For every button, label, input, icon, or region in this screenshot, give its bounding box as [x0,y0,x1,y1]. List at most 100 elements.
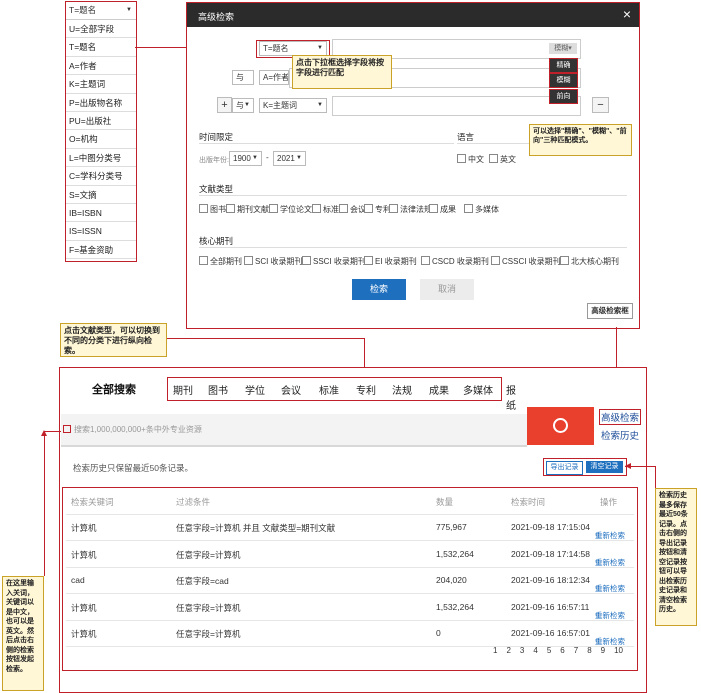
core-label-text: CSSCI 收录期刊 [502,257,561,266]
year-from-label: 1900 [233,154,251,163]
category-tab[interactable]: 学位 [245,382,265,397]
table-cell: 2021-09-18 17:14:58 [511,548,590,559]
match-option-prefix[interactable]: 前向 [549,89,578,104]
category-tab[interactable]: 期刊 [173,382,193,397]
research-label: 重新检索 [595,584,625,593]
row1-match-label: 模糊 [554,45,569,52]
dropdown-option[interactable]: K=主题词 [66,75,136,94]
row3-input[interactable] [332,96,581,116]
checkbox-icon [199,256,208,265]
category-tab[interactable]: 法规 [392,382,412,397]
checkbox-icon [244,256,253,265]
dropdown-option[interactable]: A=作者 [66,57,136,76]
page-number[interactable]: 8 [587,646,591,655]
core-journal-checkbox[interactable]: 北大核心期刊 [560,256,619,267]
year-to-select[interactable]: 2021 ▼ [273,151,306,166]
page-number[interactable]: 6 [560,646,564,655]
core-label-text: 北大核心期刊 [571,257,619,266]
lang-chinese-checkbox[interactable]: 中文 [457,154,484,165]
dropdown-option[interactable]: C=学科分类号 [66,167,136,186]
dropdown-option[interactable]: PU=出版社 [66,112,136,131]
category-tab[interactable]: 成果 [429,382,449,397]
dropdown-option[interactable]: P=出版物名称 [66,94,136,112]
doctype-checkbox[interactable]: 多媒体 [464,204,499,215]
category-tab[interactable]: 专利 [356,382,376,397]
doctype-label-text: 标准 [323,205,339,214]
search-icon [553,418,568,433]
table-cell: 任意字段=计算机 [176,549,241,560]
row2-operator-select[interactable]: 与 [232,70,254,85]
dropdown-option[interactable]: IS=ISSN [66,222,136,241]
page-number[interactable]: 1 [493,646,497,655]
page-number[interactable]: 10 [614,646,623,655]
column-header: 检索时间 [511,497,546,507]
add-row-button[interactable]: + [217,97,232,113]
table-cell: 任意字段=cad [176,576,229,586]
dropdown-option[interactable]: S=文摘 [66,186,136,204]
search-history-link[interactable]: 检索历史 [601,428,639,442]
dropdown-options: U=全部字段 T=题名 A=作者 K=主题词 P=出版物名称 PU=出版社 O=机构 L=中图… [66,20,136,260]
page-number[interactable]: 3 [520,646,524,655]
checkbox-icon [364,204,373,213]
page-number[interactable]: 2 [506,646,510,655]
all-search-title[interactable]: 全部搜索 [92,381,136,397]
doctype-checkbox[interactable]: 标准 [312,204,339,215]
doctype-checkbox[interactable]: 期刊文献 [226,204,269,215]
dropdown-header[interactable]: T=题名 ▼ [66,2,136,20]
doctype-checkbox[interactable]: 学位论文 [269,204,312,215]
row3-operator-select[interactable]: 与 ▼ [232,98,254,113]
advanced-search-link[interactable]: 高级检索 [599,409,642,425]
match-option-fuzzy[interactable]: 模糊 [549,73,578,88]
close-icon[interactable]: × [623,6,631,22]
page-number[interactable]: 4 [533,646,537,655]
category-tab[interactable]: 图书 [208,382,228,397]
export-button[interactable]: 导出记录 [546,461,583,475]
category-tab[interactable]: 标准 [319,382,339,397]
core-journal-checkbox[interactable]: CSSCI 收录期刊 [491,256,561,267]
dropdown-option[interactable]: O=机构 [66,130,136,149]
core-journal-checkbox[interactable]: EI 收录期刊 [364,256,417,267]
row3-field-select[interactable]: K=主题词 ▼ [259,98,327,113]
row1-field-label: T=题名 [263,44,289,53]
table-row: 计算机 任意字段=计算机 1,532,264 2021-09-18 17:14:58 ○… [66,541,634,568]
row1-field-select[interactable]: T=题名 ▼ [259,41,327,56]
dropdown-option[interactable]: IB=ISBN [66,204,136,223]
page-number[interactable]: 9 [601,646,605,655]
page-number[interactable]: 7 [574,646,578,655]
field-dropdown[interactable]: T=题名 ▼ U=全部字段 T=题名 A=作者 K=主题词 P=出版物名称 PU=出版社 O… [65,1,137,262]
doctype-checkbox[interactable]: 法律法规 [389,204,432,215]
dropdown-option[interactable]: T=题名 [66,38,136,57]
match-option-exact[interactable]: 精确 [549,58,578,73]
year-from-select[interactable]: 1900 ▼ [229,151,262,166]
doctype-checkbox[interactable]: 专利 [364,204,391,215]
checkbox-icon [339,204,348,213]
row2-field-select[interactable]: A=作者 [259,70,289,85]
core-journal-checkbox[interactable]: CSCD 收录期刊 [421,256,489,267]
category-tab[interactable]: 报纸 [506,382,516,412]
core-journal-checkbox[interactable]: 全部期刊 [199,256,242,267]
dropdown-option[interactable]: U=全部字段 [66,20,136,39]
dropdown-option[interactable]: F=基金资助 [66,241,136,260]
search-submit-button[interactable] [527,407,594,445]
table-cell: cad [71,575,85,585]
core-journal-checkbox[interactable]: SCI 收录期刊 [244,256,303,267]
page-number[interactable]: 5 [547,646,551,655]
checkbox-icon [421,256,430,265]
doctype-checkbox[interactable]: 图书 [199,204,226,215]
year-to-label: 2021 [277,154,295,163]
search-button[interactable]: 检索 [352,279,406,300]
clear-button[interactable]: 清空记录 [586,461,623,473]
research-label: 重新检索 [595,531,625,540]
category-tab[interactable]: 会议 [281,382,301,397]
doctype-checkbox[interactable]: 会议 [339,204,366,215]
category-tab[interactable]: 多媒体 [463,382,493,397]
dropdown-option[interactable]: L=中图分类号 [66,149,136,168]
remove-row-button[interactable]: − [592,97,609,113]
row1-match-select[interactable]: 模糊▾ [549,43,577,54]
doctype-label-text: 多媒体 [475,205,499,214]
doctype-checkbox[interactable]: 成果 [429,204,456,215]
core-journal-checkbox[interactable]: SSCI 收录期刊 [302,256,366,267]
cancel-button[interactable]: 取消 [420,279,474,300]
category-tabs: 期刊 图书 学位 会议 标准 专利 法规 成果 多媒体 报纸 [167,377,516,412]
lang-english-checkbox[interactable]: 英文 [489,154,516,165]
